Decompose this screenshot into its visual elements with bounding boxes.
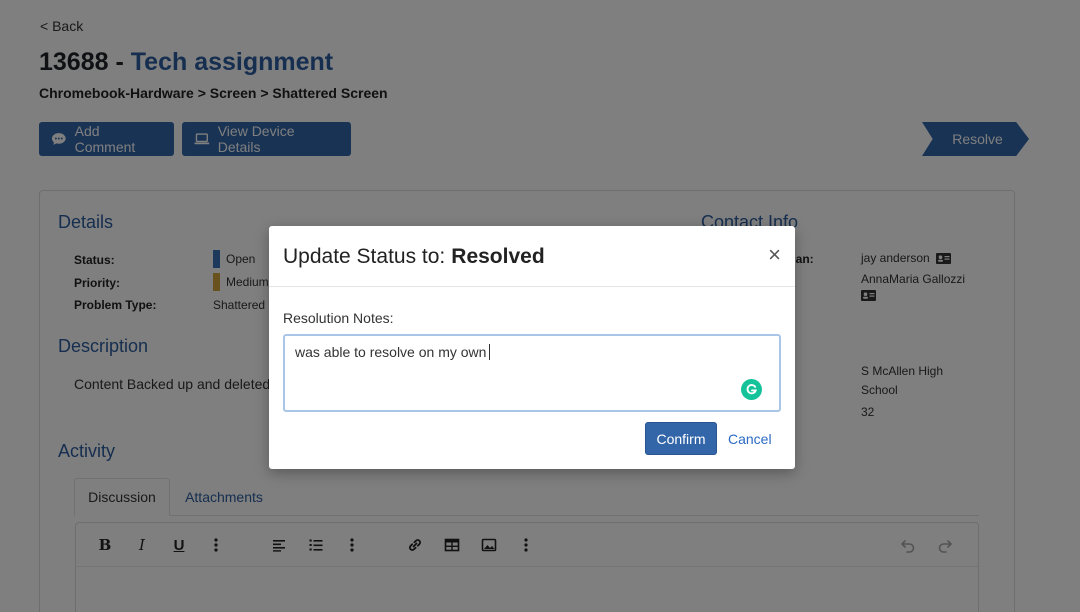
update-status-modal: Update Status to: Resolved × Resolution N… — [269, 226, 795, 469]
close-icon[interactable]: × — [768, 242, 781, 268]
text-caret — [489, 344, 491, 360]
resolution-notes-textarea[interactable]: was able to resolve on my own — [283, 334, 781, 412]
modal-title-status: Resolved — [451, 245, 545, 268]
resolution-notes-label: Resolution Notes: — [283, 310, 394, 326]
modal-header: Update Status to: Resolved × — [269, 226, 795, 287]
ticket-page: < Back 13688 - Tech assignment Chromeboo… — [0, 0, 1080, 612]
modal-title-prefix: Update Status to: — [283, 245, 446, 268]
confirm-button[interactable]: Confirm — [645, 422, 717, 455]
cancel-button[interactable]: Cancel — [728, 431, 772, 447]
resolution-notes-value: was able to resolve on my own — [295, 344, 487, 360]
modal-title: Update Status to: Resolved — [283, 245, 545, 269]
grammarly-icon[interactable] — [741, 379, 762, 400]
